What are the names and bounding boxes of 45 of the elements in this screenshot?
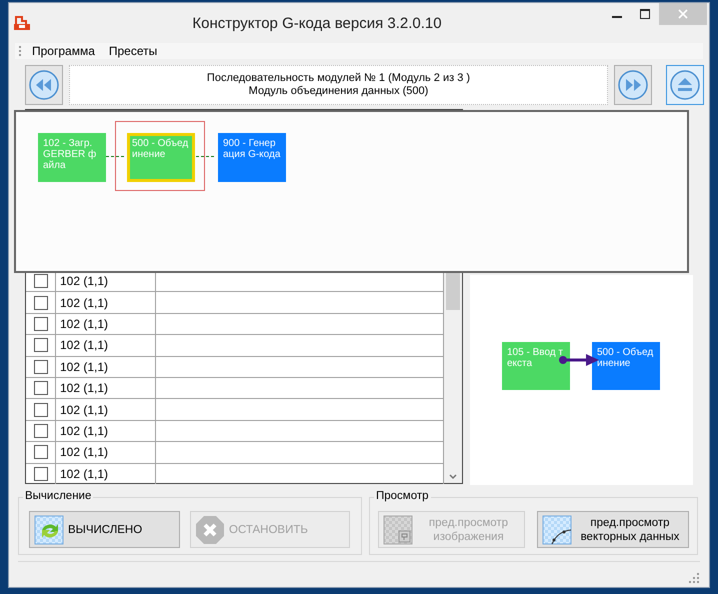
maximize-icon[interactable] (640, 9, 650, 19)
fast-forward-icon (617, 69, 649, 101)
eject-button[interactable] (666, 65, 704, 105)
checkbox[interactable] (34, 338, 48, 352)
menu-item[interactable]: Пресеты (106, 44, 166, 58)
sequence-info: Последовательность модулей № 1 (Модуль 2 из 3 ) Модуль объединения данных (500) (69, 65, 608, 105)
window-title: Конструктор G-кода версия 3.2.0.10 (191, 14, 443, 32)
table-cell: 102 (1,1) (56, 314, 156, 334)
table-cell: 102 (1,1) (56, 292, 156, 313)
checkbox[interactable] (34, 316, 48, 331)
stop-icon (195, 514, 225, 544)
group-title: Просмотр (374, 490, 431, 502)
grip-icon (19, 45, 22, 57)
image-icon (383, 514, 413, 544)
checkbox[interactable] (34, 402, 48, 417)
table-cell: 102 (1,1) (56, 356, 156, 377)
previous-button[interactable] (25, 65, 63, 105)
table-cell: 102 (1,1) (56, 335, 156, 356)
checkbox[interactable] (34, 360, 48, 374)
table-cell: 102 (1,1) (56, 420, 156, 442)
rewind-icon (28, 69, 60, 101)
table-cell: 102 (1,1) (56, 442, 156, 463)
table-cell: 102 (1,1) (56, 464, 156, 484)
compute-button[interactable]: ВЫЧИСЛЕНО (29, 511, 180, 548)
checkbox[interactable] (34, 424, 48, 438)
scroll-down-icon[interactable] (449, 474, 457, 480)
close-icon (678, 9, 688, 19)
vector-button[interactable]: пред.просмотр векторных данных (537, 511, 689, 548)
refresh-icon (34, 514, 64, 544)
checkbox[interactable] (34, 466, 48, 481)
table-cell: 102 (1,1) (56, 399, 156, 420)
checkbox[interactable] (34, 274, 48, 288)
resize-grip-icon[interactable] (688, 572, 700, 584)
module-node[interactable]: 500 - Объединение (592, 342, 660, 390)
next-button[interactable] (614, 65, 652, 105)
checkbox[interactable] (34, 381, 48, 396)
menu-item[interactable]: Программа (30, 44, 103, 58)
curve-icon (542, 514, 572, 544)
eject-icon (669, 69, 701, 101)
checkbox[interactable] (34, 296, 48, 310)
module-node[interactable]: 900 - Генерация G-кода (218, 133, 286, 182)
table-cell: 102 (1,1) (56, 378, 156, 398)
checkbox[interactable] (34, 445, 48, 460)
group-title: Вычисление (23, 490, 94, 502)
app-icon (13, 15, 31, 31)
